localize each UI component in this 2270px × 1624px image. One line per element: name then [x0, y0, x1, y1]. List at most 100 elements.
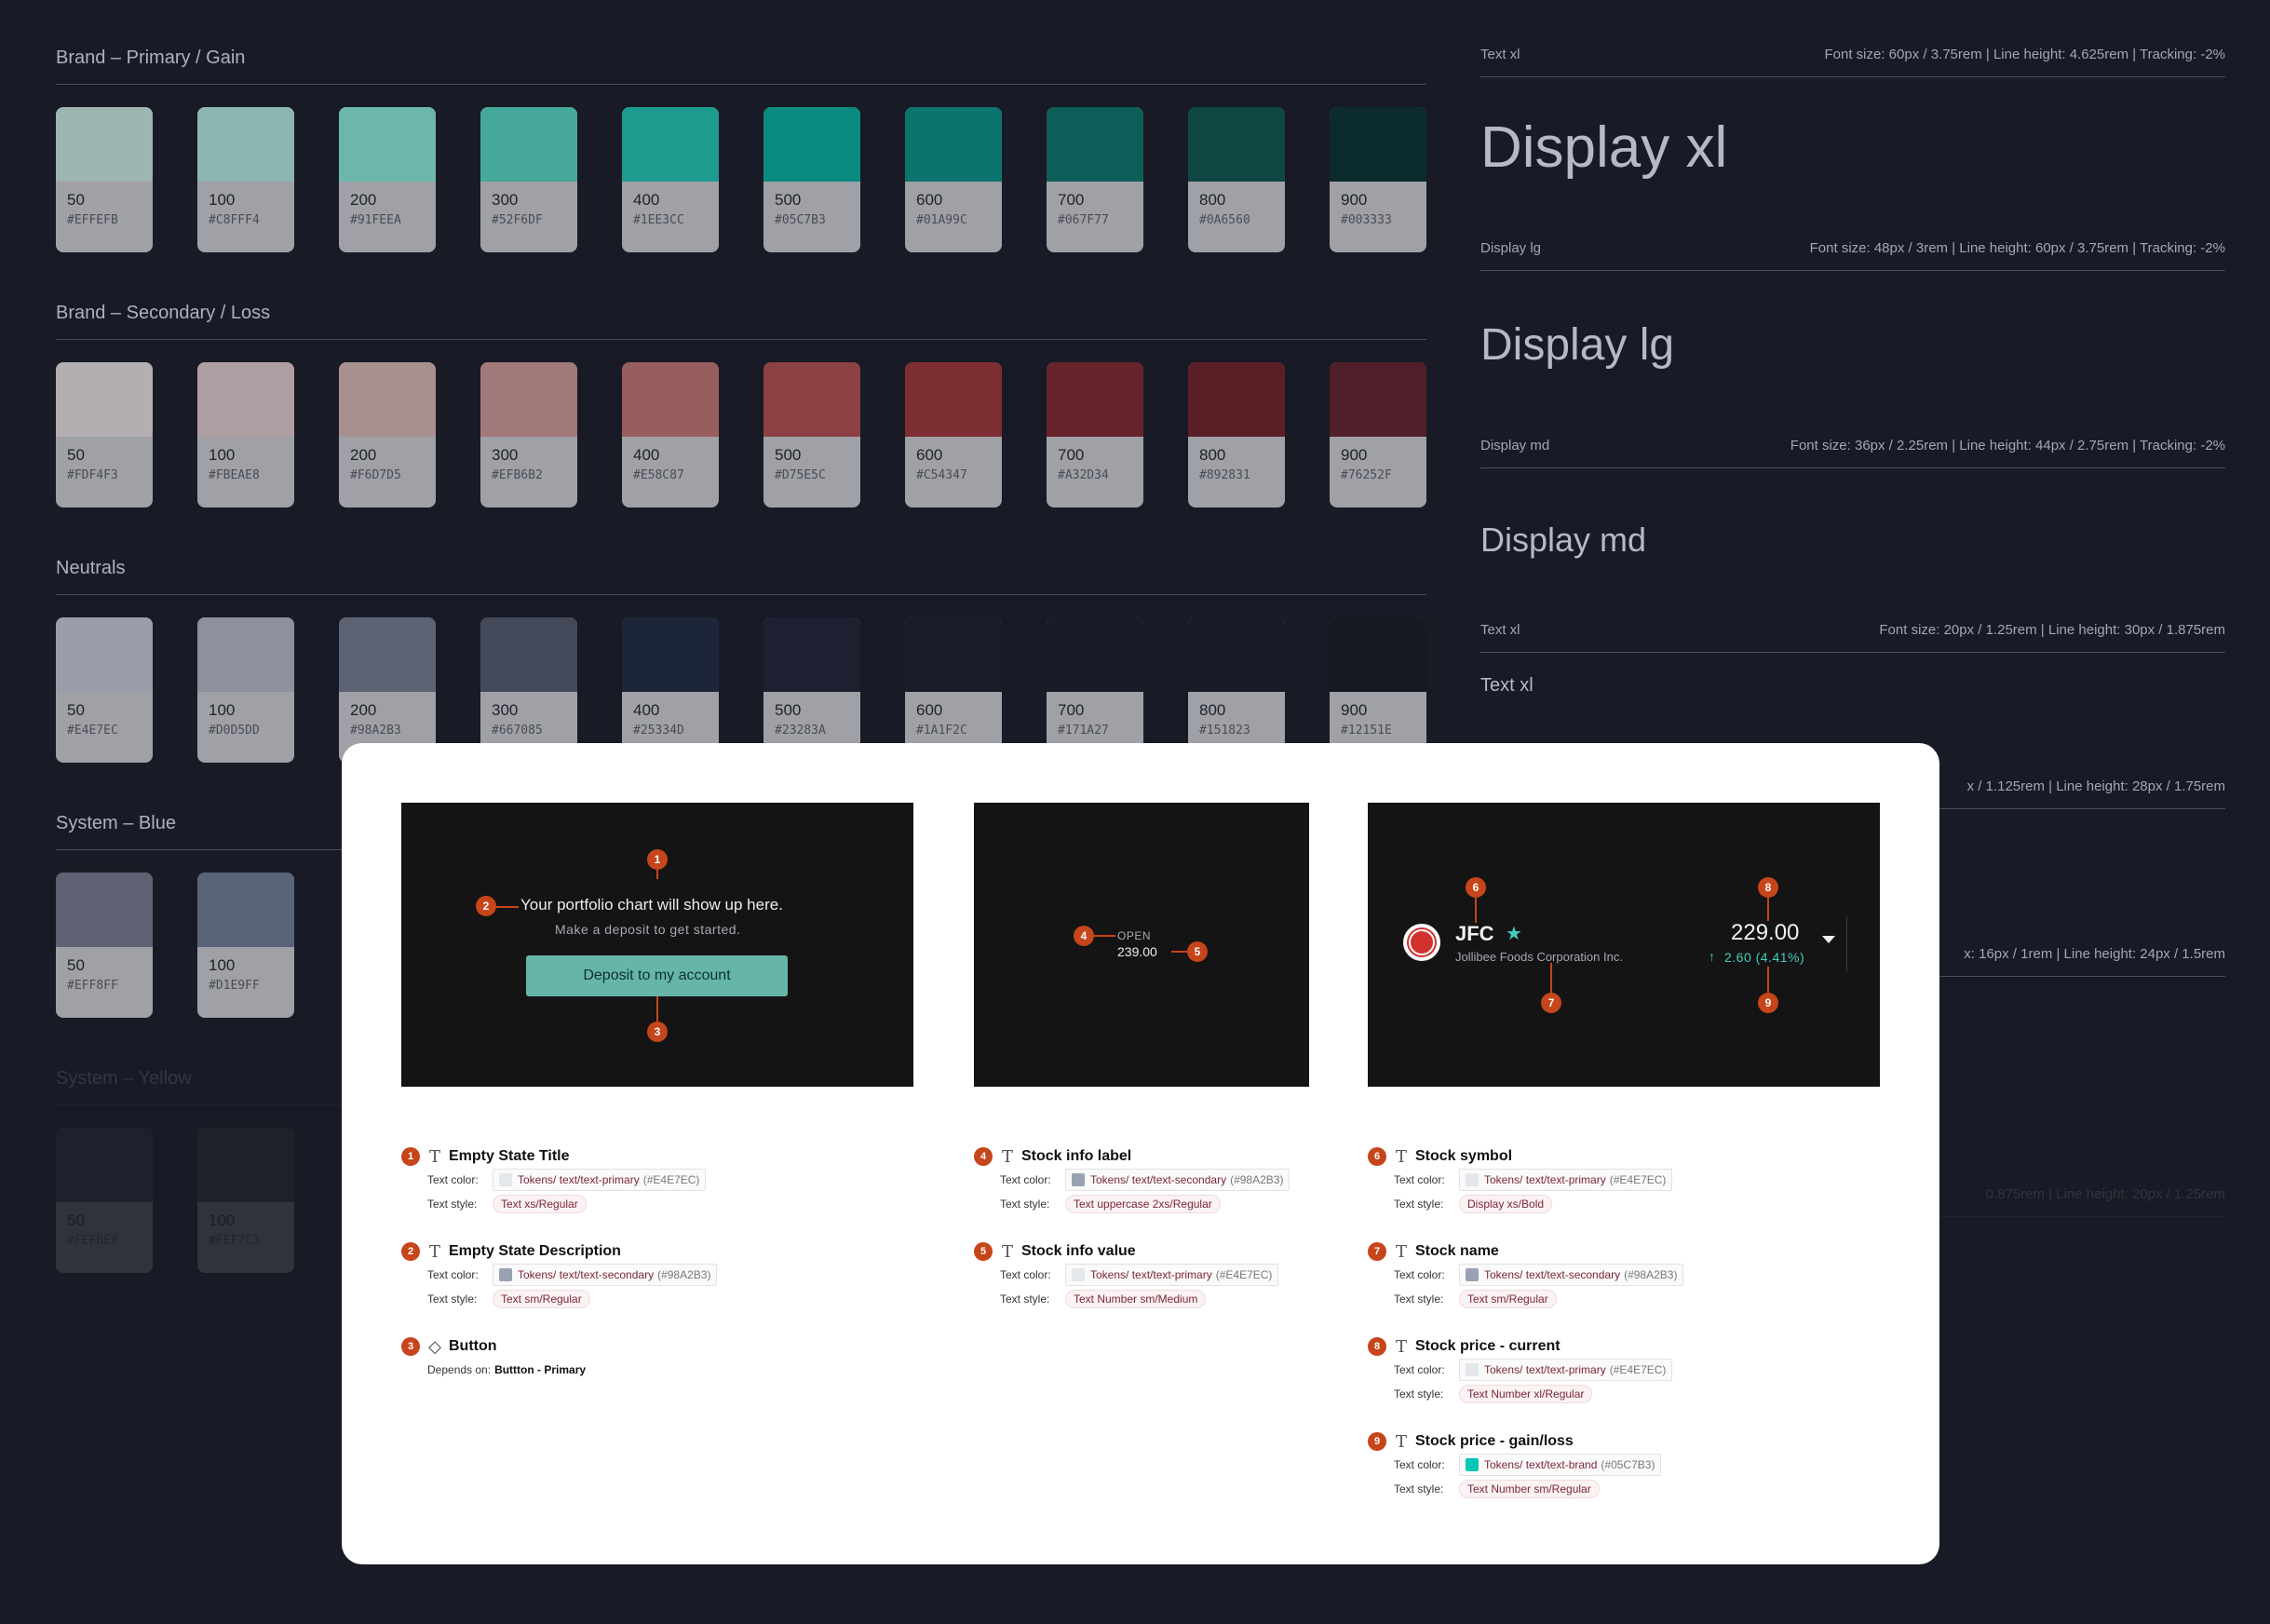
- color-swatch[interactable]: 800 #151823: [1188, 617, 1285, 763]
- stock-info-frame: OPEN 239.00 4 5: [974, 803, 1309, 1087]
- annotation-header: 1 T Empty State Title: [401, 1145, 923, 1168]
- color-swatch[interactable]: 500 #05C7B3: [763, 107, 860, 252]
- palette-section: Neutrals 50 #E4E7EC 100 #D0D5DD 200 #98A2B3 300…: [56, 553, 1426, 763]
- text-style-pill[interactable]: Text Number xl/Regular: [1459, 1385, 1593, 1403]
- text-type-icon: T: [1395, 1241, 1407, 1262]
- color-swatch[interactable]: 200 #91FEEA: [339, 107, 436, 252]
- swatch-label: 900 #12151E: [1330, 692, 1426, 738]
- prop-label: Depends on:: [427, 1363, 492, 1376]
- color-swatch[interactable]: 200 #F6D7D5: [339, 362, 436, 508]
- color-swatch[interactable]: 100 #C8FFF4: [197, 107, 294, 252]
- swatch-step: 500: [775, 446, 802, 464]
- swatch-hex: #D75E5C: [775, 468, 826, 482]
- color-swatch[interactable]: 700 #171A27: [1047, 617, 1143, 763]
- color-swatch[interactable]: 800 #892831: [1188, 362, 1285, 508]
- annotation-title: Stock info value: [1021, 1243, 1136, 1259]
- token-name: Tokens/ text/text-primary: [518, 1173, 640, 1186]
- annotation-marker: 5: [974, 1242, 993, 1261]
- color-token[interactable]: Tokens/ text/text-brand (#05C7B3): [1459, 1454, 1662, 1476]
- favorite-star-icon[interactable]: ★: [1506, 922, 1522, 945]
- annotation-title: Empty State Title: [449, 1148, 570, 1164]
- token-hex: (#98A2B3): [657, 1268, 711, 1281]
- color-swatch[interactable]: 100 #FBEAE8: [197, 362, 294, 508]
- swatch-label: 800 #151823: [1188, 692, 1285, 738]
- text-style-pill[interactable]: Text sm/Regular: [493, 1290, 590, 1308]
- swatch-hex: #12151E: [1341, 724, 1392, 738]
- swatch-label: 600 #1A1F2C: [905, 692, 1002, 738]
- color-swatch[interactable]: 900 #76252F: [1330, 362, 1426, 508]
- color-swatch[interactable]: 100 #FEF7C3: [197, 1128, 294, 1273]
- swatch-label: 50 #FEFBE8: [56, 1202, 153, 1248]
- color-swatch[interactable]: 600 #01A99C: [905, 107, 1002, 252]
- text-style-pill[interactable]: Text Number sm/Regular: [1459, 1480, 1600, 1498]
- dropdown-caret-icon[interactable]: [1822, 936, 1835, 943]
- color-token[interactable]: Tokens/ text/text-primary (#E4E7EC): [493, 1169, 707, 1191]
- color-token[interactable]: Tokens/ text/text-secondary (#98A2B3): [1459, 1264, 1684, 1286]
- color-swatch[interactable]: 800 #0A6560: [1188, 107, 1285, 252]
- empty-state-frame: Your portfolio chart will show up here. …: [401, 803, 913, 1087]
- color-swatch[interactable]: 500 #23283A: [763, 617, 860, 763]
- swatch-hex: #FEFBE8: [67, 1234, 118, 1248]
- text-type-icon: T: [1395, 1431, 1407, 1452]
- color-swatch[interactable]: 50 #FDF4F3: [56, 362, 153, 508]
- color-token[interactable]: Tokens/ text/text-primary (#E4E7EC): [1459, 1359, 1673, 1381]
- color-swatch[interactable]: 900 #12151E: [1330, 617, 1426, 763]
- text-style-pill[interactable]: Text xs/Regular: [493, 1195, 587, 1213]
- text-type-icon: T: [428, 1146, 440, 1167]
- swatch-row: 50 #E4E7EC 100 #D0D5DD 200 #98A2B3 300 #667085 4…: [56, 617, 1426, 763]
- dependency-name[interactable]: Buttton - Primary: [494, 1363, 586, 1376]
- annotation-title: Empty State Description: [449, 1243, 621, 1259]
- marker-8: 8: [1758, 877, 1778, 898]
- deposit-button[interactable]: Deposit to my account: [526, 955, 788, 996]
- color-swatch[interactable]: 200 #98A2B3: [339, 617, 436, 763]
- color-swatch[interactable]: 400 #25334D: [622, 617, 719, 763]
- swatch-chip: [56, 873, 153, 947]
- color-swatch[interactable]: 400 #1EE3CC: [622, 107, 719, 252]
- swatch-step: 200: [350, 191, 377, 209]
- color-swatch[interactable]: 900 #003333: [1330, 107, 1426, 252]
- swatch-step: 100: [209, 191, 236, 209]
- annotation-marker-wrap: 6: [1368, 1147, 1386, 1166]
- swatch-label: 600 #01A99C: [905, 182, 1002, 227]
- palette-title: Brand – Secondary / Loss: [56, 303, 271, 323]
- color-swatch[interactable]: 300 #667085: [480, 617, 577, 763]
- swatch-chip: [197, 107, 294, 182]
- text-style-pill[interactable]: Text uppercase 2xs/Regular: [1065, 1195, 1221, 1213]
- color-swatch[interactable]: 600 #1A1F2C: [905, 617, 1002, 763]
- color-token[interactable]: Tokens/ text/text-secondary (#98A2B3): [1065, 1169, 1290, 1191]
- color-swatch[interactable]: 300 #EFB6B2: [480, 362, 577, 508]
- type-spec-header: Display lg Font size: 48px / 3rem | Line …: [1480, 235, 2225, 261]
- color-swatch[interactable]: 500 #D75E5C: [763, 362, 860, 508]
- color-swatch[interactable]: 400 #E58C87: [622, 362, 719, 508]
- text-style-pill[interactable]: Text sm/Regular: [1459, 1290, 1557, 1308]
- color-token[interactable]: Tokens/ text/text-secondary (#98A2B3): [493, 1264, 718, 1286]
- swatch-hex: #91FEEA: [350, 213, 401, 227]
- color-swatch[interactable]: 50 #EFFEFB: [56, 107, 153, 252]
- color-swatch[interactable]: 100 #D1E9FF: [197, 873, 294, 1018]
- divider: [56, 84, 1426, 85]
- swatch-chip: [339, 107, 436, 182]
- color-swatch[interactable]: 700 #A32D34: [1047, 362, 1143, 508]
- color-swatch[interactable]: 100 #D0D5DD: [197, 617, 294, 763]
- annotation-header: 9 T Stock price - gain/loss: [1368, 1430, 1889, 1453]
- swatch-chip: [763, 617, 860, 692]
- color-swatch[interactable]: 50 #FEFBE8: [56, 1128, 153, 1273]
- text-style-pill[interactable]: Text Number sm/Medium: [1065, 1290, 1207, 1308]
- swatch-hex: #25334D: [633, 724, 684, 738]
- swatch-hex: #EFB6B2: [492, 468, 543, 482]
- text-style-pill[interactable]: Display xs/Bold: [1459, 1195, 1553, 1213]
- color-swatch[interactable]: 50 #EFF8FF: [56, 873, 153, 1018]
- color-swatch[interactable]: 50 #E4E7EC: [56, 617, 153, 763]
- annotation-item: 1 T Empty State Title Text color: Tokens/ te…: [401, 1145, 923, 1216]
- color-swatch[interactable]: 700 #067F77: [1047, 107, 1143, 252]
- color-token[interactable]: Tokens/ text/text-primary (#E4E7EC): [1065, 1264, 1279, 1286]
- swatch-step: 700: [1058, 446, 1085, 464]
- color-swatch-icon: [1466, 1173, 1479, 1186]
- marker-7: 7: [1541, 993, 1561, 1013]
- swatch-step: 50: [67, 701, 85, 719]
- color-swatch[interactable]: 300 #52F6DF: [480, 107, 577, 252]
- swatch-chip: [480, 107, 577, 182]
- color-token[interactable]: Tokens/ text/text-primary (#E4E7EC): [1459, 1169, 1673, 1191]
- swatch-chip: [56, 617, 153, 692]
- color-swatch[interactable]: 600 #C54347: [905, 362, 1002, 508]
